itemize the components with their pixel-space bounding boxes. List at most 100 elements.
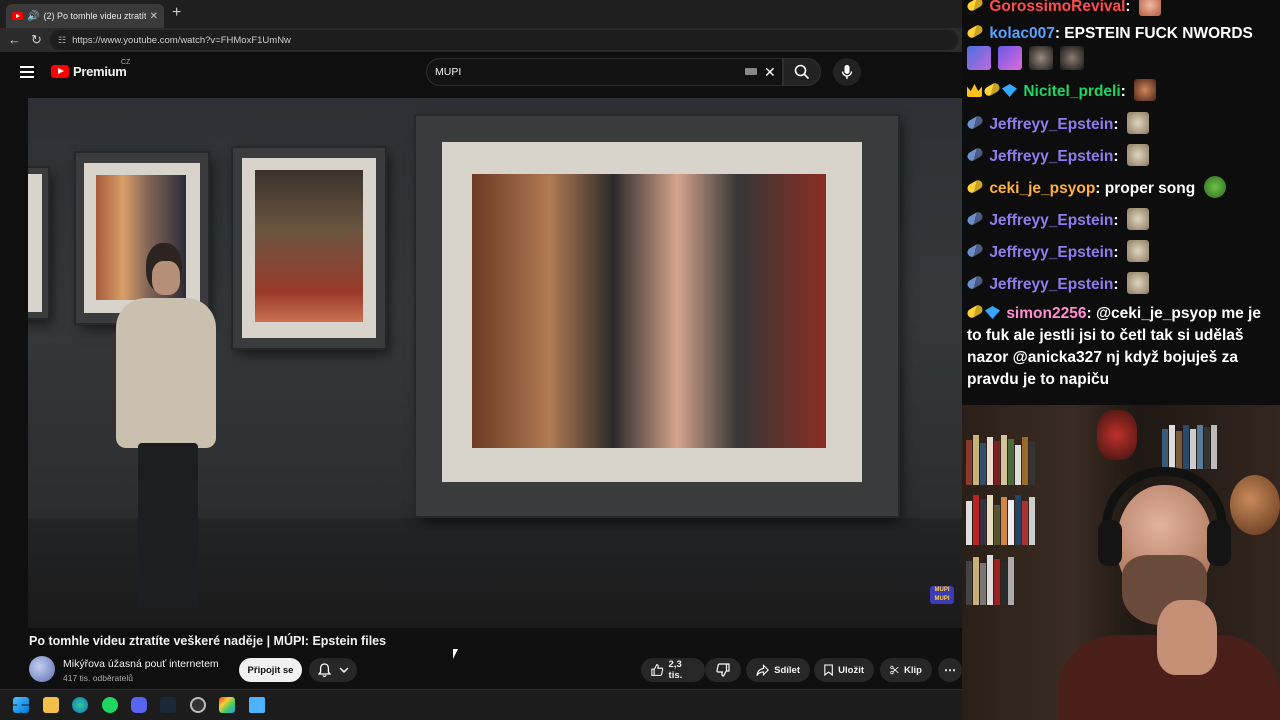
notepad-icon[interactable] bbox=[249, 697, 265, 713]
bookshelf bbox=[966, 555, 1014, 605]
thumbs-down-icon bbox=[716, 663, 730, 677]
chat-emote bbox=[967, 46, 991, 70]
stream-chat: GorossimoRevival: kolac007: EPSTEIN FUCK… bbox=[962, 0, 1280, 405]
chat-badge-icon bbox=[965, 0, 985, 13]
chat-username[interactable]: Jeffreyy_Epstein bbox=[989, 148, 1113, 165]
chat-username[interactable]: GorossimoRevival bbox=[989, 0, 1125, 15]
search-input-value: MUPI bbox=[435, 66, 462, 78]
tab-title: (2) Po tomhle videu ztratíte ve bbox=[43, 11, 145, 21]
headphone-earcup bbox=[1207, 520, 1231, 566]
crown-badge-icon bbox=[967, 84, 982, 97]
chat-username[interactable]: Nicitel_prdeli bbox=[1023, 83, 1120, 100]
share-icon bbox=[756, 663, 769, 676]
logo-brand-text: Premium bbox=[73, 64, 127, 79]
thumbs-up-icon bbox=[651, 664, 664, 676]
chat-username[interactable]: simon2256 bbox=[1006, 305, 1086, 322]
chat-emote bbox=[1060, 46, 1084, 70]
chat-username[interactable]: kolac007 bbox=[989, 25, 1055, 42]
chat-message: simon2256: @ceki_je_psyop me je to fuk a… bbox=[965, 303, 1261, 388]
clip-label: Klip bbox=[904, 664, 922, 676]
site-info-icon[interactable]: ☷ bbox=[58, 35, 66, 46]
bell-icon bbox=[317, 663, 331, 677]
picture-frame bbox=[233, 148, 385, 348]
chat-username[interactable]: Jeffreyy_Epstein bbox=[989, 212, 1113, 229]
chat-badge-icon bbox=[965, 23, 985, 40]
chat-emote bbox=[1126, 112, 1149, 134]
video-player[interactable]: MUPI MUPI bbox=[28, 98, 962, 628]
clip-button[interactable]: Klip bbox=[880, 658, 932, 682]
bookshelf bbox=[966, 435, 1035, 485]
reload-icon[interactable]: ↻ bbox=[31, 32, 42, 48]
file-explorer-icon[interactable] bbox=[43, 697, 59, 713]
steam-icon[interactable] bbox=[160, 697, 176, 713]
notification-button[interactable] bbox=[309, 658, 357, 682]
person-in-video bbox=[108, 243, 223, 608]
app-icon[interactable] bbox=[219, 697, 235, 713]
chat-message: ceki_je_psyop: proper song bbox=[965, 176, 1275, 200]
chat-username[interactable]: ceki_je_psyop bbox=[989, 180, 1095, 197]
chat-emote-row bbox=[967, 46, 1084, 70]
chat-emote bbox=[1029, 46, 1053, 70]
hamburger-menu-icon[interactable] bbox=[20, 66, 34, 78]
chat-username[interactable]: Jeffreyy_Epstein bbox=[989, 276, 1113, 293]
search-button[interactable] bbox=[783, 58, 821, 86]
chat-message: Jeffreyy_Epstein: bbox=[965, 240, 1275, 264]
join-button[interactable]: Připojit se bbox=[239, 658, 302, 682]
like-button[interactable]: 2,3 tis. bbox=[641, 658, 705, 682]
save-label: Uložit bbox=[838, 664, 864, 676]
dislike-button[interactable] bbox=[705, 658, 741, 682]
channel-name[interactable]: Mikýřova úžasná pouť internetem bbox=[63, 658, 219, 670]
voice-search-button[interactable] bbox=[833, 58, 861, 86]
close-tab-icon[interactable]: ✕ bbox=[150, 11, 158, 22]
more-actions-button[interactable]: ⋯ bbox=[938, 658, 962, 682]
headphone-earcup bbox=[1098, 520, 1122, 566]
windows-taskbar bbox=[0, 689, 963, 720]
spotify-icon[interactable] bbox=[102, 697, 118, 713]
share-button[interactable]: Sdílet bbox=[746, 658, 810, 682]
globe bbox=[1230, 475, 1280, 535]
chat-emote bbox=[1126, 240, 1149, 262]
back-icon[interactable]: ← bbox=[8, 32, 21, 47]
red-figurine bbox=[1097, 410, 1137, 460]
chat-emote bbox=[1126, 272, 1149, 294]
chat-message: Nicitel_prdeli: bbox=[967, 79, 1275, 103]
picture-frame bbox=[28, 168, 48, 318]
chat-emote bbox=[1134, 79, 1157, 101]
chat-badge-icon bbox=[982, 81, 1002, 98]
channel-avatar[interactable] bbox=[29, 656, 55, 682]
frog-emote bbox=[1203, 176, 1226, 198]
logo-country-code: CZ bbox=[121, 59, 131, 66]
volume-icon[interactable]: 🔊 bbox=[27, 11, 39, 22]
streamer-hand bbox=[1157, 600, 1217, 675]
discord-icon[interactable] bbox=[131, 697, 147, 713]
url-field[interactable]: ☷ https://www.youtube.com/watch?v=FHMoxF… bbox=[50, 30, 958, 50]
clear-search-icon[interactable]: ✕ bbox=[764, 64, 776, 81]
obs-icon[interactable] bbox=[190, 697, 206, 713]
chat-message: kolac007: EPSTEIN FUCK NWORDS bbox=[965, 23, 1275, 45]
save-button[interactable]: Uložit bbox=[814, 658, 874, 682]
bookshelf bbox=[966, 495, 1035, 545]
chat-emote bbox=[998, 46, 1022, 70]
gem-badge-icon bbox=[1002, 84, 1017, 97]
search-input[interactable]: MUPI bbox=[426, 58, 783, 86]
chat-username[interactable]: Jeffreyy_Epstein bbox=[989, 244, 1113, 261]
chat-badge-icon bbox=[965, 242, 985, 259]
new-tab-icon[interactable]: + bbox=[172, 4, 181, 22]
chat-message-text: EPSTEIN FUCK NWORDS bbox=[1064, 25, 1253, 42]
chevron-down-icon bbox=[338, 666, 349, 673]
keyboard-icon[interactable] bbox=[745, 68, 757, 75]
chat-message: Jeffreyy_Epstein: bbox=[965, 272, 1275, 296]
channel-watermark[interactable]: MUPI MUPI bbox=[930, 586, 954, 604]
browser-tab[interactable]: 🔊 (2) Po tomhle videu ztratíte ve ✕ bbox=[6, 4, 164, 28]
chat-emote bbox=[1126, 208, 1149, 230]
windows-start-icon[interactable] bbox=[13, 697, 29, 713]
edge-browser-icon[interactable] bbox=[72, 697, 88, 713]
scissors-icon bbox=[890, 665, 899, 675]
youtube-favicon-icon bbox=[12, 12, 23, 20]
chat-username[interactable]: Jeffreyy_Epstein bbox=[989, 116, 1113, 133]
gem-badge-icon bbox=[985, 306, 1000, 319]
youtube-premium-logo[interactable]: Premium CZ bbox=[51, 59, 130, 79]
chat-badge-icon bbox=[965, 303, 985, 320]
chat-badge-icon bbox=[965, 146, 985, 163]
mic-icon bbox=[841, 65, 853, 79]
